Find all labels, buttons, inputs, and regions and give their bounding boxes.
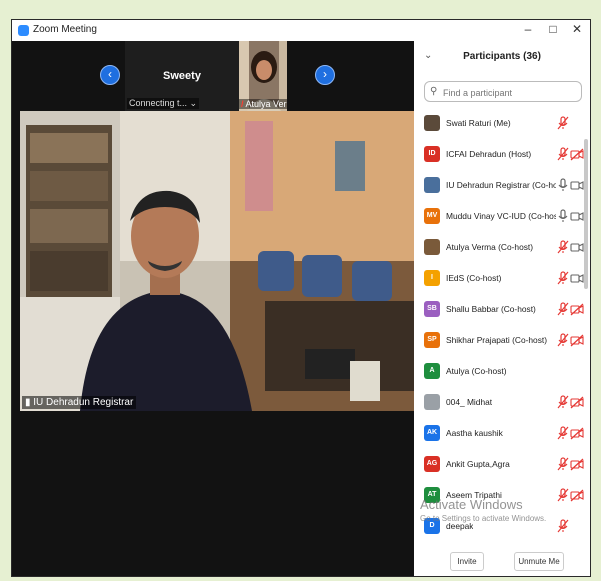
zoom-app-icon	[18, 25, 29, 36]
avatar: I	[424, 270, 440, 286]
participant-row[interactable]: 004_ Midhat	[414, 388, 586, 419]
speaker-caption: ▮ IU Dehradun Registrar	[22, 396, 137, 409]
participant-row[interactable]: MV Muddu Vinay VC-IUD (Co-host)	[414, 202, 586, 233]
participant-name: ICFAI Dehradun (Host)	[446, 149, 532, 159]
avatar: AK	[424, 425, 440, 441]
close-button[interactable]: ✕	[569, 22, 585, 36]
participant-name: Atulya (Co-host)	[446, 366, 507, 376]
muted-mic-icon[interactable]	[557, 239, 569, 255]
participant-list: Swati Raturi (Me) ID ICFAI Dehradun (Host)…	[414, 109, 590, 544]
minimize-button[interactable]: –	[520, 22, 536, 36]
muted-mic-icon[interactable]	[557, 456, 569, 472]
panel-footer: Invite Unmute Me	[414, 544, 590, 576]
tile-label: /Atulya Verma	[239, 99, 287, 109]
participant-name: 004_ Midhat	[446, 397, 493, 407]
participant-row[interactable]: ID ICFAI Dehradun (Host)	[414, 140, 586, 171]
participant-name: Atulya Verma (Co-host)	[446, 242, 534, 252]
participant-row[interactable]: A Atulya (Co-host)	[414, 357, 586, 388]
avatar: A	[424, 363, 440, 379]
gallery-strip: ‹ Sweety Connecting t... ⌄ /Atulya Verma…	[12, 41, 414, 111]
participant-name: deepak	[446, 521, 474, 531]
avatar: D	[424, 518, 440, 534]
prev-page-button[interactable]: ‹	[100, 65, 120, 85]
invite-button[interactable]: Invite	[450, 552, 484, 571]
participant-row[interactable]: SP Shikhar Prajapati (Co-host)	[414, 326, 586, 357]
video-off-icon[interactable]	[570, 394, 584, 410]
video-icon[interactable]	[570, 177, 584, 193]
avatar	[424, 239, 440, 255]
participant-row[interactable]: SB Shallu Babbar (Co-host)	[414, 295, 586, 326]
muted-mic-icon[interactable]	[557, 394, 569, 410]
speaker-name: IU Dehradun Registrar	[33, 397, 134, 408]
search-input[interactable]	[441, 84, 579, 101]
unmute-me-button[interactable]: Unmute Me	[514, 552, 564, 571]
avatar	[424, 394, 440, 410]
tile-status: Connecting t... ⌄	[127, 98, 200, 109]
participant-name: Aastha kaushik	[446, 428, 503, 438]
participant-name: Ankit Gupta,Agra	[446, 459, 510, 469]
avatar: AT	[424, 487, 440, 503]
participant-row[interactable]: Atulya Verma (Co-host)	[414, 233, 586, 264]
participant-name: Shallu Babbar (Co-host)	[446, 304, 536, 314]
muted-mic-icon[interactable]	[557, 332, 569, 348]
video-off-icon[interactable]	[570, 425, 584, 441]
muted-mic-icon[interactable]	[557, 425, 569, 441]
video-off-icon[interactable]	[570, 146, 584, 162]
panel-header: ⌄ Participants (36)	[414, 41, 590, 71]
muted-mic-icon[interactable]	[557, 518, 569, 534]
video-icon[interactable]	[570, 239, 584, 255]
participant-row[interactable]: AT Aseem Tripathi	[414, 481, 586, 512]
participant-name: Muddu Vinay VC-IUD (Co-host)	[446, 211, 556, 221]
muted-mic-icon: /	[241, 99, 244, 109]
speaker-video-feed	[20, 111, 414, 411]
active-speaker-video[interactable]: ▮ IU Dehradun Registrar	[20, 111, 414, 411]
maximize-button[interactable]: □	[545, 22, 561, 36]
window-title: Zoom Meeting	[33, 24, 97, 35]
participants-panel: ⌄ Participants (36) ⚲ Swati Raturi (Me) I…	[414, 41, 590, 576]
avatar	[424, 177, 440, 193]
avatar: SB	[424, 301, 440, 317]
video-off-icon[interactable]	[570, 487, 584, 503]
participant-name: Swati Raturi (Me)	[446, 118, 511, 128]
tile-name: Atulya Verma	[245, 99, 287, 109]
participant-row[interactable]: I IEdS (Co-host)	[414, 264, 586, 295]
participant-name: Shikhar Prajapati (Co-host)	[446, 335, 548, 345]
mic-icon[interactable]	[557, 177, 569, 193]
muted-mic-icon[interactable]	[557, 270, 569, 286]
zoom-window: Zoom Meeting – □ ✕ ‹ Sweety Connecting t…	[12, 20, 590, 576]
participant-name: IEdS (Co-host)	[446, 273, 502, 283]
video-stage: ‹ Sweety Connecting t... ⌄ /Atulya Verma…	[12, 41, 414, 576]
muted-mic-icon[interactable]	[557, 301, 569, 317]
panel-title: Participants (36)	[463, 51, 541, 62]
participant-list-scrollbar[interactable]	[584, 139, 588, 289]
next-page-button[interactable]: ›	[315, 65, 335, 85]
avatar: ID	[424, 146, 440, 162]
muted-mic-icon[interactable]	[557, 487, 569, 503]
tile-name: Sweety	[163, 70, 201, 82]
mic-icon[interactable]	[557, 208, 569, 224]
video-tile-sweety[interactable]: Sweety Connecting t... ⌄	[125, 41, 239, 111]
participant-row[interactable]: AG Ankit Gupta,Agra	[414, 450, 586, 481]
avatar: SP	[424, 332, 440, 348]
video-tile-atulya-verma[interactable]: /Atulya Verma	[239, 41, 287, 111]
participant-search[interactable]: ⚲	[424, 81, 582, 102]
muted-mic-icon[interactable]	[557, 146, 569, 162]
participant-name: Aseem Tripathi	[446, 490, 502, 500]
participant-name: IU Dehradun Registrar (Co-host)	[446, 180, 556, 190]
participant-row[interactable]: IU Dehradun Registrar (Co-host)	[414, 171, 586, 202]
avatar: MV	[424, 208, 440, 224]
participant-row[interactable]: Swati Raturi (Me)	[414, 109, 586, 140]
search-icon: ⚲	[430, 86, 438, 97]
muted-mic-icon[interactable]	[557, 115, 569, 131]
title-bar: Zoom Meeting – □ ✕	[12, 20, 590, 42]
avatar: AG	[424, 456, 440, 472]
video-off-icon[interactable]	[570, 301, 584, 317]
video-off-icon[interactable]	[570, 456, 584, 472]
participant-row[interactable]: AK Aastha kaushik	[414, 419, 586, 450]
avatar	[424, 115, 440, 131]
video-icon[interactable]	[570, 270, 584, 286]
participant-row[interactable]: Ddeepak	[414, 512, 586, 543]
video-off-icon[interactable]	[570, 332, 584, 348]
video-icon[interactable]	[570, 208, 584, 224]
